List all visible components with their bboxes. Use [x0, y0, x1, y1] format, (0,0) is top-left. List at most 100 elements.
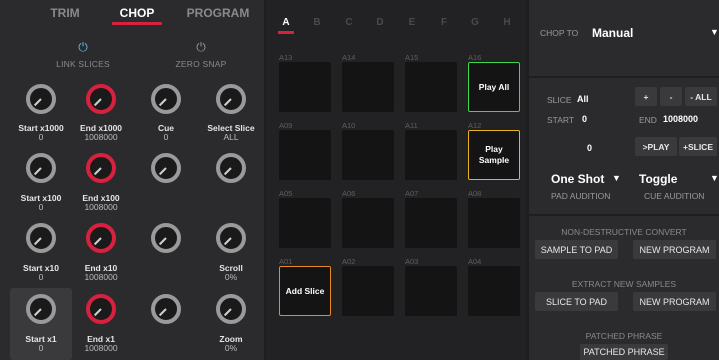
- play-button[interactable]: >PLAY: [635, 137, 677, 156]
- remove-all-button[interactable]: - ALL: [685, 87, 717, 106]
- chop-controls-panel: TRIM CHOP PROGRAM ⏻ LINK SLICES ⏻ ZERO S…: [0, 0, 264, 360]
- divider: [529, 76, 719, 78]
- chop-to-select[interactable]: Manual: [592, 26, 633, 40]
- start-value[interactable]: 0: [582, 114, 587, 124]
- end-x1000-label: End x1000 1008000: [79, 123, 123, 142]
- end-x1-label: End x1 1008000: [84, 334, 118, 353]
- pad-id: A09: [279, 121, 293, 130]
- pad-id: A02: [342, 257, 356, 266]
- slice-to-pad-button[interactable]: SLICE TO PAD: [535, 292, 618, 311]
- pad-a06[interactable]: [342, 198, 394, 248]
- start-x1000-label: Start x1000 0: [18, 123, 64, 142]
- active-tab-indicator: [112, 22, 162, 25]
- end-x10-label: End x10 1008000: [84, 263, 118, 282]
- start-x100-label: Start x100 0: [20, 193, 62, 212]
- pad-id: A03: [405, 257, 419, 266]
- pad-id: A12: [468, 121, 482, 130]
- chevron-down-icon[interactable]: ▼: [710, 173, 719, 183]
- sample-to-pad-button[interactable]: SAMPLE TO PAD: [535, 240, 618, 259]
- pad-audition-label: PAD AUDITION: [551, 191, 611, 201]
- patched-phrase-heading: PATCHED PHRASE: [585, 331, 663, 341]
- end-value[interactable]: 1008000: [663, 114, 698, 124]
- tab-trim[interactable]: TRIM: [40, 6, 90, 20]
- pad-a10[interactable]: [342, 130, 394, 180]
- chevron-down-icon[interactable]: ▼: [710, 27, 719, 37]
- pad-a09[interactable]: [279, 130, 331, 180]
- pad-a12-play-sample[interactable]: Play Sample: [468, 130, 520, 180]
- blank-knob-4[interactable]: [151, 294, 181, 324]
- pad-id: A01: [279, 257, 293, 266]
- start-x100-knob[interactable]: [26, 153, 56, 183]
- start-x1-knob[interactable]: [26, 294, 56, 324]
- pad-a13[interactable]: [279, 62, 331, 112]
- pad-a01-add-slice[interactable]: Add Slice: [279, 266, 331, 316]
- start-label: START: [547, 115, 575, 125]
- select-slice-knob[interactable]: [216, 84, 246, 114]
- new-program-extract-button[interactable]: NEW PROGRAM: [633, 292, 716, 311]
- blank-knob-3[interactable]: [151, 223, 181, 253]
- add-slice-button[interactable]: +: [635, 87, 657, 106]
- pad-a04[interactable]: [468, 266, 520, 316]
- zero-snap-toggle[interactable]: ⏻ ZERO SNAP: [156, 41, 246, 69]
- plus-slice-button[interactable]: +SLICE: [679, 137, 717, 156]
- blank-knob-2[interactable]: [216, 153, 246, 183]
- pad-a15[interactable]: [405, 62, 457, 112]
- scroll-knob[interactable]: [216, 223, 246, 253]
- pad-a16-play-all[interactable]: Play All: [468, 62, 520, 112]
- pad-id: A07: [405, 189, 419, 198]
- divider: [529, 214, 719, 216]
- scroll-label: Scroll 0%: [219, 263, 243, 282]
- pad-id: A11: [405, 121, 418, 130]
- bank-f-tab[interactable]: F: [437, 17, 451, 28]
- pad-a07[interactable]: [405, 198, 457, 248]
- pad-a11[interactable]: [405, 130, 457, 180]
- end-label: END: [639, 115, 657, 125]
- start-x10-label: Start x10 0: [23, 263, 59, 282]
- end-x1-knob[interactable]: [86, 294, 116, 324]
- select-slice-label: Select Slice ALL: [207, 123, 255, 142]
- end-x10-knob[interactable]: [86, 223, 116, 253]
- pad-a08[interactable]: [468, 198, 520, 248]
- zoom-label: Zoom 0%: [219, 334, 243, 353]
- new-program-button[interactable]: NEW PROGRAM: [633, 240, 716, 259]
- link-slices-label: LINK SLICES: [56, 59, 110, 69]
- pad-id: A06: [342, 189, 356, 198]
- pad-a05[interactable]: [279, 198, 331, 248]
- chevron-down-icon[interactable]: ▼: [612, 173, 621, 183]
- blank-knob-1[interactable]: [151, 153, 181, 183]
- tab-chop[interactable]: CHOP: [112, 6, 162, 20]
- bank-h-tab[interactable]: H: [500, 17, 514, 28]
- power-icon: ⏻: [78, 40, 88, 54]
- slice-value[interactable]: All: [577, 94, 589, 104]
- active-bank-indicator: [278, 31, 294, 34]
- pad-a02[interactable]: [342, 266, 394, 316]
- bank-g-tab[interactable]: G: [468, 17, 482, 28]
- pad-a03[interactable]: [405, 266, 457, 316]
- start-x10-knob[interactable]: [26, 223, 56, 253]
- end-x100-label: End x100 1008000: [82, 193, 120, 212]
- zoom-knob[interactable]: [216, 294, 246, 324]
- end-x1000-knob[interactable]: [86, 84, 116, 114]
- patched-phrase-button[interactable]: PATCHED PHRASE: [580, 344, 668, 360]
- cue-knob[interactable]: [151, 84, 181, 114]
- position-field[interactable]: 0: [587, 143, 592, 153]
- pad-id: A04: [468, 257, 482, 266]
- end-x100-knob[interactable]: [86, 153, 116, 183]
- bank-a-tab[interactable]: A: [279, 17, 293, 28]
- bank-e-tab[interactable]: E: [405, 17, 419, 28]
- remove-slice-button[interactable]: -: [660, 87, 682, 106]
- power-icon: ⏻: [196, 40, 206, 54]
- tab-program[interactable]: PROGRAM: [183, 6, 253, 20]
- bank-c-tab[interactable]: C: [342, 17, 356, 28]
- bank-b-tab[interactable]: B: [310, 17, 324, 28]
- start-x1000-knob[interactable]: [26, 84, 56, 114]
- pad-a14[interactable]: [342, 62, 394, 112]
- non-destructive-heading: NON-DESTRUCTIVE CONVERT: [561, 227, 687, 237]
- link-slices-toggle[interactable]: ⏻ LINK SLICES: [38, 41, 128, 69]
- chop-settings-panel: CHOP TO Manual ▼ SLICE All + - - ALL STA…: [529, 0, 719, 360]
- cue-audition-select[interactable]: Toggle: [639, 172, 677, 186]
- pad-id: A13: [279, 53, 293, 62]
- bank-d-tab[interactable]: D: [373, 17, 387, 28]
- pad-audition-select[interactable]: One Shot: [551, 172, 604, 186]
- pad-grid-panel: A B C D E F G H A13 A14 A15 A16 Play All…: [266, 0, 526, 360]
